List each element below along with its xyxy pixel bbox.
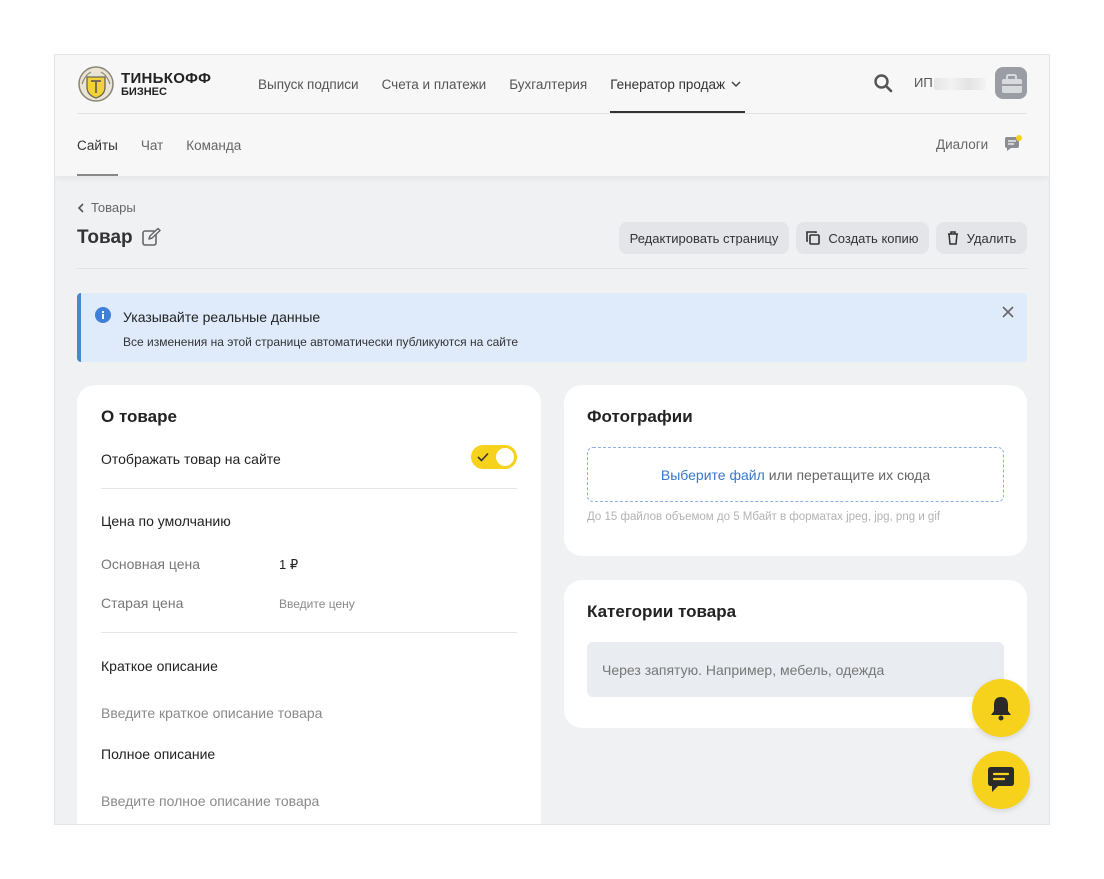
- old-price-label: Старая цена: [101, 595, 184, 611]
- user-name-redacted: [934, 78, 986, 90]
- categories-input[interactable]: Через запятую. Например, мебель, одежда: [587, 642, 1004, 697]
- info-icon: [95, 307, 111, 323]
- copy-label: Создать копию: [828, 230, 919, 246]
- chat-icon: [988, 767, 1014, 792]
- chat-bubble-icon[interactable]: [1003, 135, 1023, 155]
- short-desc-input[interactable]: Введите краткое описание товара: [101, 705, 322, 721]
- header: ТИНЬКОФФ БИЗНЕС Выпуск подписи Счета и п…: [55, 55, 1049, 176]
- subnav-item-team[interactable]: Команда: [186, 114, 241, 176]
- edit-icon[interactable]: [141, 227, 161, 247]
- trash-icon: [947, 231, 958, 245]
- full-desc-label: Полное описание: [101, 746, 216, 762]
- chevron-down-icon: [731, 81, 741, 88]
- card-divider: [101, 632, 517, 633]
- topnav-item-sales-generator[interactable]: Генератор продаж: [610, 55, 745, 113]
- bell-icon: [991, 697, 1011, 721]
- topnav-label: Генератор продаж: [610, 76, 726, 92]
- chevron-left-icon: [77, 202, 84, 213]
- brand-subname: БИЗНЕС: [121, 85, 167, 98]
- topnav-item-signature[interactable]: Выпуск подписи: [258, 55, 359, 113]
- notifications-button[interactable]: [972, 679, 1030, 737]
- breadcrumb-back-label: Товары: [91, 200, 136, 215]
- copy-icon: [806, 231, 821, 245]
- top-bar: ТИНЬКОФФ БИЗНЕС Выпуск подписи Счета и п…: [55, 55, 1049, 113]
- subnav-label: Команда: [186, 137, 242, 153]
- base-price-label: Основная цена: [101, 556, 200, 572]
- avatar[interactable]: [995, 67, 1027, 99]
- show-on-site-toggle[interactable]: [471, 445, 517, 469]
- alert-text: Все изменения на этой странице автоматич…: [123, 335, 519, 349]
- content-divider: [77, 268, 1027, 269]
- short-desc-label: Краткое описание: [101, 658, 218, 674]
- topnav-label: Выпуск подписи: [258, 76, 359, 92]
- subnav-item-sites[interactable]: Сайты: [77, 114, 118, 176]
- drop-text: или перетащите их сюда: [768, 466, 931, 483]
- sub-nav: Сайты Чат Команда: [77, 114, 264, 176]
- edit-page-button[interactable]: Редактировать страницу: [619, 222, 789, 254]
- briefcase-icon: [1002, 74, 1022, 93]
- topnav-label: Бухгалтерия: [509, 76, 588, 92]
- subnav-label: Сайты: [77, 137, 118, 153]
- categories-card: Категории товара Через запятую. Например…: [564, 580, 1027, 728]
- search-icon[interactable]: [873, 73, 893, 93]
- old-price-input[interactable]: Введите цену: [279, 597, 355, 611]
- product-card-title: О товаре: [101, 407, 177, 426]
- delete-label: Удалить: [966, 230, 1017, 246]
- categories-card-title: Категории товара: [587, 602, 737, 621]
- app-window: ТИНЬКОФФ БИЗНЕС Выпуск подписи Счета и п…: [54, 54, 1050, 825]
- copy-button[interactable]: Создать копию: [796, 222, 929, 254]
- breadcrumb[interactable]: Товары: [77, 200, 136, 215]
- top-nav: Выпуск подписи Счета и платежи Бухгалтер…: [258, 55, 764, 113]
- show-on-site-label: Отображать товар на сайте: [101, 451, 281, 467]
- page-title: Товар: [77, 227, 133, 248]
- check-icon: [477, 452, 489, 462]
- base-price-input[interactable]: 1 ₽: [279, 557, 298, 573]
- product-card: О товаре Отображать товар на сайте Цена …: [77, 385, 541, 824]
- subnav-label: Чат: [140, 137, 164, 153]
- card-divider: [101, 488, 517, 489]
- photos-card: Фотографии Выберите файл или перетащите …: [564, 385, 1027, 556]
- brand-emblem-icon: [78, 66, 114, 102]
- alert-title: Указывайте реальные данные: [123, 309, 321, 325]
- delete-button[interactable]: Удалить: [936, 222, 1027, 254]
- price-section-label: Цена по умолчанию: [101, 513, 231, 529]
- photo-dropzone[interactable]: Выберите файл или перетащите их сюда: [587, 447, 1004, 502]
- support-chat-button[interactable]: [972, 751, 1030, 809]
- dialogs-link[interactable]: Диалоги: [936, 137, 988, 152]
- full-desc-input[interactable]: Введите полное описание товара: [101, 793, 319, 809]
- topnav-item-accounting[interactable]: Бухгалтерия: [509, 55, 587, 113]
- close-icon[interactable]: [1001, 305, 1015, 319]
- brand-name: ТИНЬКОФФ: [121, 69, 212, 87]
- topnav-label: Счета и платежи: [381, 76, 487, 92]
- toggle-knob: [496, 448, 514, 466]
- edit-page-label: Редактировать страницу: [629, 230, 779, 246]
- photos-card-title: Фотографии: [587, 407, 693, 426]
- upload-hint: До 15 файлов объемом до 5 Мбайт в формат…: [587, 511, 941, 523]
- info-alert: Указывайте реальные данные Все изменения…: [77, 293, 1027, 362]
- brand-logo[interactable]: ТИНЬКОФФ БИЗНЕС: [77, 65, 211, 103]
- subnav-item-chat[interactable]: Чат: [141, 114, 163, 176]
- user-prefix[interactable]: ИП: [914, 75, 933, 90]
- choose-file-link[interactable]: Выберите файл: [661, 467, 765, 483]
- topnav-item-accounts[interactable]: Счета и платежи: [382, 55, 487, 113]
